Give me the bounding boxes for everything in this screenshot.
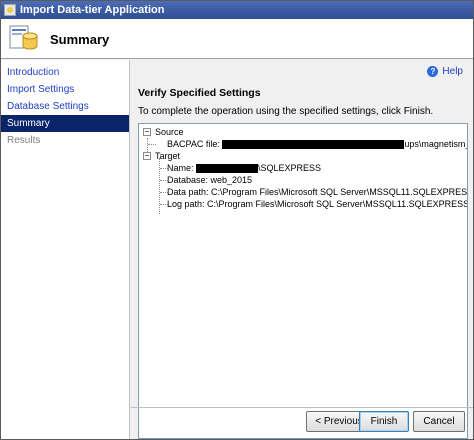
sidebar-item-summary[interactable]: Summary [1,115,129,132]
section-title: Verify Specified Settings [138,87,261,99]
sidebar-item-results: Results [7,135,41,146]
server-name-suffix: \SQLEXPRESS [258,163,322,173]
button-separator [131,407,473,408]
main-content: ? Help Verify Specified Settings To comp… [131,60,473,439]
button-bar: < Previous Finish Cancel [1,411,473,433]
sidebar-item-import-settings[interactable]: Import Settings [1,81,129,98]
instruction-text: To complete the operation using the spec… [138,106,434,117]
tree-node-data-path: Data path: C:\Program Files\Microsoft SQ… [139,186,467,198]
tree-node-source: − Source [139,126,467,138]
finish-button[interactable]: Finish [359,411,409,432]
bacpac-file-row: BACPAC file: ups\magnetism_web [167,138,467,150]
import-dialog: Import Data-tier Application Summary Int… [0,0,474,440]
page-header: Summary [1,19,473,59]
bacpac-path-suffix: ups\magnetism_web [404,139,467,149]
collapse-toggle-icon[interactable]: − [143,128,151,136]
tree-node-log-path: Log path: C:\Program Files\Microsoft SQL… [139,198,467,210]
data-path-row: Data path: C:\Program Files\Microsoft SQ… [167,187,468,197]
tree-node-database: Database: web_2015 [139,174,467,186]
settings-tree[interactable]: − Source BACPAC file: ups\magnetism_web … [138,123,468,439]
log-path-row: Log path: C:\Program Files\Microsoft SQL… [167,199,467,209]
title-bar: Import Data-tier Application [1,1,473,19]
window-title: Import Data-tier Application [20,4,165,16]
tree-label-source: Source [155,127,184,137]
tree-node-target: − Target [139,150,467,162]
help-link[interactable]: ? Help [427,66,463,77]
name-label: Name: [167,163,194,173]
tree-node-name: Name: \SQLEXPRESS [139,162,467,174]
collapse-toggle-icon[interactable]: − [143,152,151,160]
page-title: Summary [50,32,110,47]
redaction-bar [222,140,405,150]
cancel-button[interactable]: Cancel [413,411,465,432]
database-row: Database: web_2015 [167,175,253,185]
target-name-row: Name: \SQLEXPRESS [167,162,321,174]
help-icon: ? [427,66,439,77]
redaction-bar [196,164,259,174]
tree-line [148,144,156,145]
help-label: Help [442,66,463,77]
tree-label-target: Target [155,151,181,161]
tree-node-bacpac: BACPAC file: ups\magnetism_web [139,138,467,150]
wizard-sidebar: Introduction Import Settings Database Se… [1,60,130,439]
bacpac-label: BACPAC file: [167,139,220,149]
application-icon [4,4,16,16]
sidebar-item-introduction[interactable]: Introduction [1,64,129,81]
database-wizard-icon [9,25,38,50]
sidebar-item-database-settings[interactable]: Database Settings [1,98,129,115]
